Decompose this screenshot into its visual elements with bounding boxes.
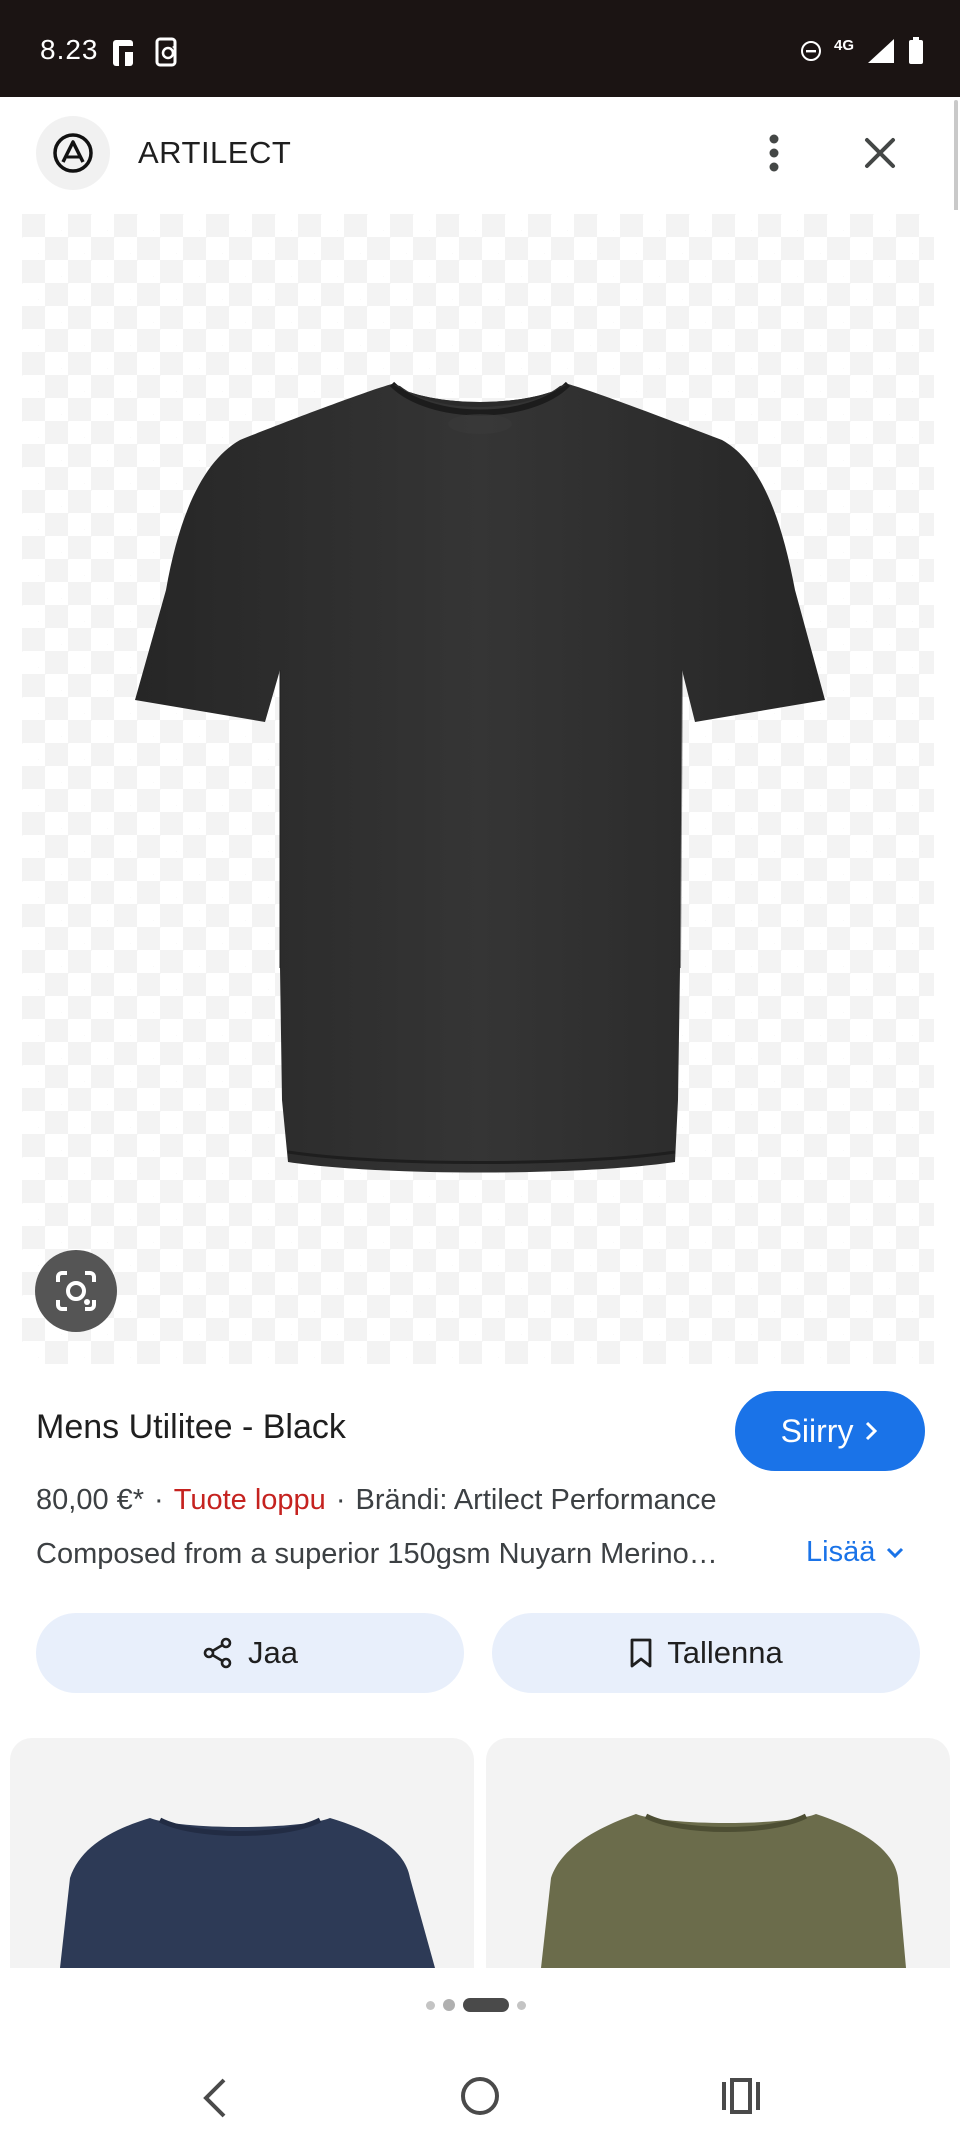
share-icon	[203, 1637, 232, 1669]
product-image-area	[0, 210, 960, 1365]
bookmark-icon	[630, 1638, 652, 1668]
artilect-logo-icon	[53, 133, 93, 173]
battery-icon	[909, 37, 923, 64]
phone-sync-icon	[155, 37, 177, 67]
separator-dot: ·	[154, 1484, 164, 1516]
page-dot	[443, 1999, 455, 2011]
lens-icon	[56, 1271, 96, 1311]
price: 80,00 €*	[36, 1484, 145, 1516]
network-type: 4G	[833, 36, 854, 54]
save-button[interactable]: Tallenna	[492, 1613, 920, 1693]
status-time: 8.23	[40, 34, 99, 65]
signal-icon	[868, 39, 894, 63]
page-indicator	[426, 1998, 526, 2012]
visit-site-label: Siirry	[780, 1412, 854, 1449]
nav-back-button[interactable]	[196, 2076, 236, 2120]
chevron-right-icon	[866, 1421, 878, 1441]
olive-tshirt-thumbnail	[541, 1813, 906, 1968]
page-dot-active	[463, 1998, 509, 2012]
save-label: Tallenna	[667, 1635, 783, 1670]
visit-site-button[interactable]: Siirry	[735, 1391, 925, 1471]
page-dot	[426, 2000, 435, 2010]
navy-tshirt-thumbnail	[60, 1817, 435, 1968]
viewer-header: ARTILECT	[0, 97, 960, 210]
chevron-down-icon	[887, 1547, 904, 1558]
stock-status: Tuote loppu	[173, 1484, 326, 1516]
google-lens-button[interactable]	[35, 1250, 117, 1332]
page-dot	[517, 2000, 526, 2010]
more-options-button[interactable]	[750, 125, 798, 181]
site-name[interactable]: ARTILECT	[138, 135, 291, 171]
status-indicators: 4G	[800, 34, 924, 68]
do-not-disturb-icon	[800, 41, 821, 61]
more-label: Lisää	[806, 1536, 876, 1568]
product-description: Composed from a superior 150gsm Nuyarn M…	[36, 1538, 718, 1570]
related-product-card[interactable]	[486, 1738, 950, 1968]
price-row: 80,00 €* · Tuote loppu · Brändi: Artilect Pe…	[36, 1484, 717, 1517]
share-button[interactable]: Jaa	[36, 1613, 464, 1693]
nav-home-button[interactable]	[458, 2074, 502, 2118]
related-product-card[interactable]	[10, 1738, 474, 1968]
brand: Brändi: Artilect Performance	[355, 1484, 717, 1516]
product-image-tshirt[interactable]	[130, 370, 830, 1220]
nav-recents-button[interactable]	[720, 2076, 762, 2116]
flipboard-notification-icon	[113, 40, 133, 66]
separator-dot: ·	[335, 1484, 346, 1516]
more-vert-icon	[769, 134, 779, 172]
status-bar: 8.23 4G	[0, 0, 960, 97]
more-button[interactable]: Lisää	[806, 1536, 905, 1569]
site-logo[interactable]	[36, 116, 110, 190]
product-title[interactable]: Mens Utilitee - Black	[36, 1408, 346, 1447]
bottom-bar	[0, 1968, 960, 2133]
share-label: Jaa	[248, 1635, 298, 1670]
close-icon	[865, 138, 895, 168]
close-button[interactable]	[856, 125, 904, 181]
